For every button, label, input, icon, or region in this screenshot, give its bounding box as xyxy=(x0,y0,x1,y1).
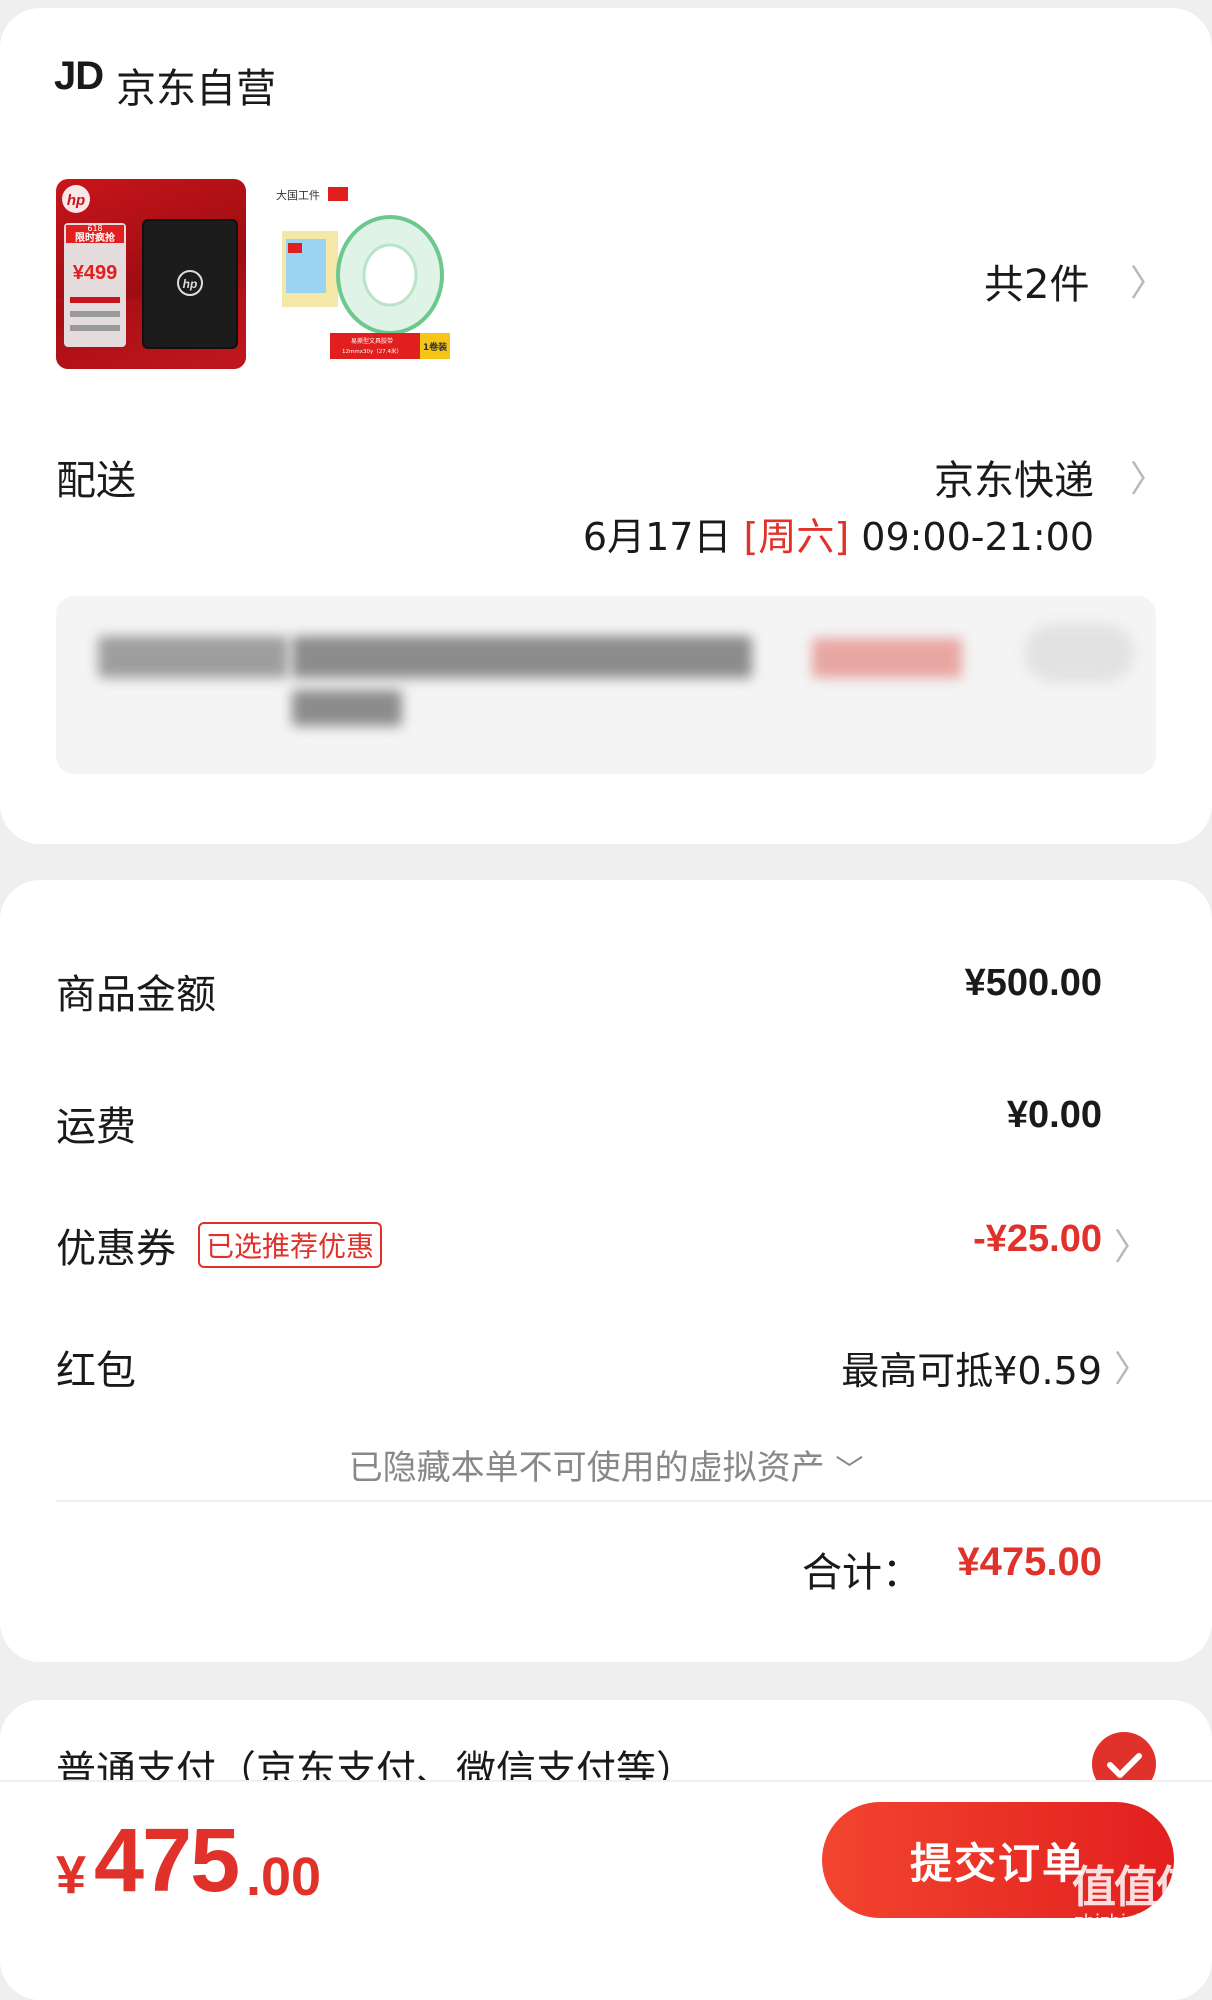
redacted-address xyxy=(292,690,402,726)
ssd-product-image: hp 618 限时疯抢 ¥499 hp xyxy=(56,185,246,369)
total-price-currency: ¥ xyxy=(56,1845,87,1905)
chevron-right-icon[interactable]: 〉 xyxy=(1130,254,1166,306)
address-block-redacted[interactable] xyxy=(56,596,1156,774)
jd-logo: JD xyxy=(54,54,104,98)
bottom-bar: ¥ 475 .00 提交订单 值值值 zhizhizhi.com xyxy=(0,1780,1212,1938)
item-count[interactable]: 共2件 xyxy=(984,252,1089,310)
watermark: 值值值 zhizhizhi.com xyxy=(1072,1862,1200,1932)
chevron-right-icon[interactable]: 〉 xyxy=(1130,450,1166,502)
delivery-time[interactable]: 6月17日 [周六] 09:00-21:00 xyxy=(583,506,1094,561)
svg-text:1卷装: 1卷装 xyxy=(423,341,448,353)
coupon-value[interactable]: -¥25.00 xyxy=(973,1218,1102,1261)
delivery-method[interactable]: 京东快递 xyxy=(934,448,1094,506)
hidden-assets-text: 已隐藏本单不可使用的虚拟资产 xyxy=(348,1448,825,1488)
svg-text:hp: hp xyxy=(183,277,198,291)
redacted-toggle xyxy=(1024,624,1134,682)
shop-name: 京东自营 xyxy=(116,66,276,112)
delivery-label: 配送 xyxy=(56,458,136,504)
divider xyxy=(56,1500,1212,1502)
shop-card: JD 京东自营 hp 618 限时疯抢 ¥499 hp 大国工件 1卷装 易撕型… xyxy=(0,8,1212,844)
redacted-address xyxy=(292,636,752,678)
total-price-integer: 475 xyxy=(94,1811,240,1911)
total-price-decimal: .00 xyxy=(246,1847,322,1907)
svg-text:12mmx30y（27.4米）: 12mmx30y（27.4米） xyxy=(342,347,402,355)
svg-text:大国工件: 大国工件 xyxy=(276,188,320,202)
redacted-name xyxy=(98,636,288,678)
delivery-weekday: [周六] xyxy=(743,515,850,559)
svg-text:¥499: ¥499 xyxy=(73,262,118,284)
svg-text:易撕型文具胶带: 易撕型文具胶带 xyxy=(351,337,393,345)
redpacket-label[interactable]: 红包 xyxy=(56,1338,136,1396)
hidden-assets-toggle[interactable]: 已隐藏本单不可使用的虚拟资产 ﹀ xyxy=(0,1440,1212,1489)
tape-product-image: 大国工件 1卷装 易撕型文具胶带 12mmx30y（27.4米） xyxy=(276,187,450,359)
chevron-right-icon[interactable]: 〉 xyxy=(1114,1218,1150,1270)
delivery-time-range: 09:00-21:00 xyxy=(861,515,1094,559)
redpacket-value[interactable]: 最高可抵¥0.59 xyxy=(841,1340,1102,1395)
delivery-date: 6月17日 xyxy=(582,515,732,559)
product-thumbnail-tape[interactable]: 大国工件 1卷装 易撕型文具胶带 12mmx30y（27.4米） xyxy=(272,179,462,369)
coupon-label[interactable]: 优惠券 xyxy=(56,1216,176,1274)
goods-amount-value: ¥500.00 xyxy=(964,962,1102,1004)
redacted-tag xyxy=(812,638,962,678)
total-label: 合计： xyxy=(802,1550,922,1596)
svg-text:618: 618 xyxy=(87,224,102,233)
chevron-right-icon[interactable]: 〉 xyxy=(1114,1340,1150,1392)
svg-text:限时疯抢: 限时疯抢 xyxy=(75,231,116,244)
chevron-down-icon: ﹀ xyxy=(835,1453,864,1486)
goods-amount-label: 商品金额 xyxy=(56,972,216,1018)
svg-text:hp: hp xyxy=(67,192,85,209)
coupon-recommended-tag: 已选推荐优惠 xyxy=(198,1222,383,1268)
shipping-label: 运费 xyxy=(56,1104,136,1150)
total-value: ¥475.00 xyxy=(957,1540,1102,1584)
shipping-value: ¥0.00 xyxy=(1006,1094,1102,1136)
submit-order-label: 提交订单 xyxy=(909,1838,1086,1888)
product-thumbnail-ssd[interactable]: hp 618 限时疯抢 ¥499 hp xyxy=(56,179,246,369)
